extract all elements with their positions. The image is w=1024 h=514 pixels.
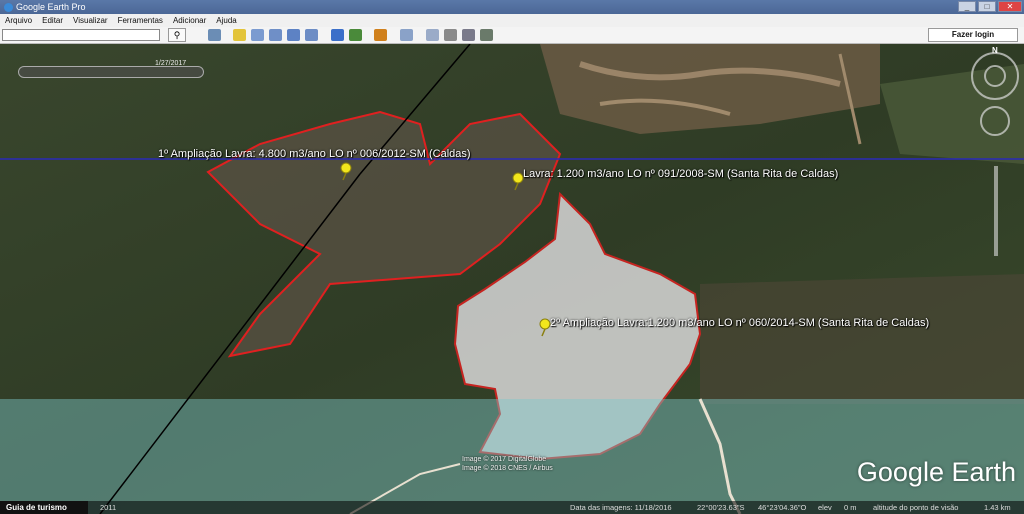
maps-icon[interactable] (480, 29, 493, 41)
window-titlebar: Google Earth Pro _ □ ✕ (0, 0, 1024, 14)
minimize-button[interactable]: _ (958, 1, 976, 12)
compass-ring-icon[interactable] (984, 65, 1006, 87)
sun-icon[interactable] (349, 29, 362, 41)
menu-bar: Arquivo Editar Visualizar Ferramentas Ad… (0, 14, 1024, 27)
planets-icon[interactable] (374, 29, 387, 41)
sidebar-icon[interactable] (208, 29, 221, 41)
status-year: 2011 (100, 503, 117, 512)
menu-ferramentas[interactable]: Ferramentas (118, 14, 163, 27)
login-button[interactable]: Fazer login (928, 28, 1018, 42)
google-earth-logo: Google Earth (856, 457, 1016, 487)
historical-imagery-icon[interactable] (331, 29, 344, 41)
menu-visualizar[interactable]: Visualizar (73, 14, 108, 27)
print-icon[interactable] (444, 29, 457, 41)
search-icon[interactable]: ⚲ (168, 28, 186, 42)
menu-adicionar[interactable]: Adicionar (173, 14, 206, 27)
ruler-icon[interactable] (400, 29, 413, 41)
google-earth-app-icon (4, 2, 13, 12)
placemark-icon[interactable] (233, 29, 246, 41)
tour-icon[interactable] (305, 29, 318, 41)
latitude-readout: 22°00'23.63"S (697, 503, 745, 512)
status-bar: 2011 Data das imagens: 11/18/2016 22°00'… (0, 501, 1024, 514)
time-slider-date: 1/27/2017 (155, 60, 187, 67)
longitude-readout: 46°23'04.36"O (758, 503, 807, 512)
compass-north-icon[interactable]: N (992, 46, 998, 55)
placemark-label-1[interactable]: 1º Ampliação Lavra: 4.800 m3/ano LO nº 0… (158, 148, 471, 160)
close-button[interactable]: ✕ (998, 1, 1022, 12)
time-slider[interactable] (18, 66, 204, 78)
email-icon[interactable] (426, 29, 439, 41)
satellite-imagery (0, 44, 1024, 514)
move-joystick[interactable] (980, 106, 1010, 136)
elevation-value: 0 m (844, 503, 857, 512)
overlay-icon[interactable] (287, 29, 300, 41)
copyright-cnes: Image © 2018 CNES / Airbus (462, 465, 553, 472)
tour-guide-button[interactable]: Guia de turismo (0, 501, 88, 514)
menu-editar[interactable]: Editar (42, 14, 63, 27)
copyright-digitalglobe: Image © 2017 DigitalGlobe (462, 456, 547, 463)
eye-altitude-value: 1.43 km (984, 503, 1011, 512)
eye-altitude-label: altitude do ponto de visão (873, 503, 959, 512)
window-title: Google Earth Pro (16, 2, 86, 12)
menu-arquivo[interactable]: Arquivo (5, 14, 32, 27)
toolbar: ⚲ Fazer login (0, 27, 1024, 44)
polygon-icon[interactable] (251, 29, 264, 41)
maximize-button[interactable]: □ (978, 1, 996, 12)
search-input[interactable] (2, 29, 160, 41)
zoom-slider[interactable] (994, 166, 998, 256)
placemark-label-3[interactable]: 2º Ampliação Lavra:1.200 m3/ano LO nº 06… (550, 317, 929, 329)
menu-ajuda[interactable]: Ajuda (216, 14, 236, 27)
elevation-label: elev (818, 503, 832, 512)
map-viewport[interactable]: 1/27/2017 1º Ampliação Lavra: 4.800 m3/a… (0, 44, 1024, 514)
imagery-date: Data das imagens: 11/18/2016 (570, 503, 672, 512)
placemark-label-2[interactable]: Lavra: 1.200 m3/ano LO nº 091/2008-SM (S… (523, 168, 838, 180)
path-icon[interactable] (269, 29, 282, 41)
save-image-icon[interactable] (462, 29, 475, 41)
